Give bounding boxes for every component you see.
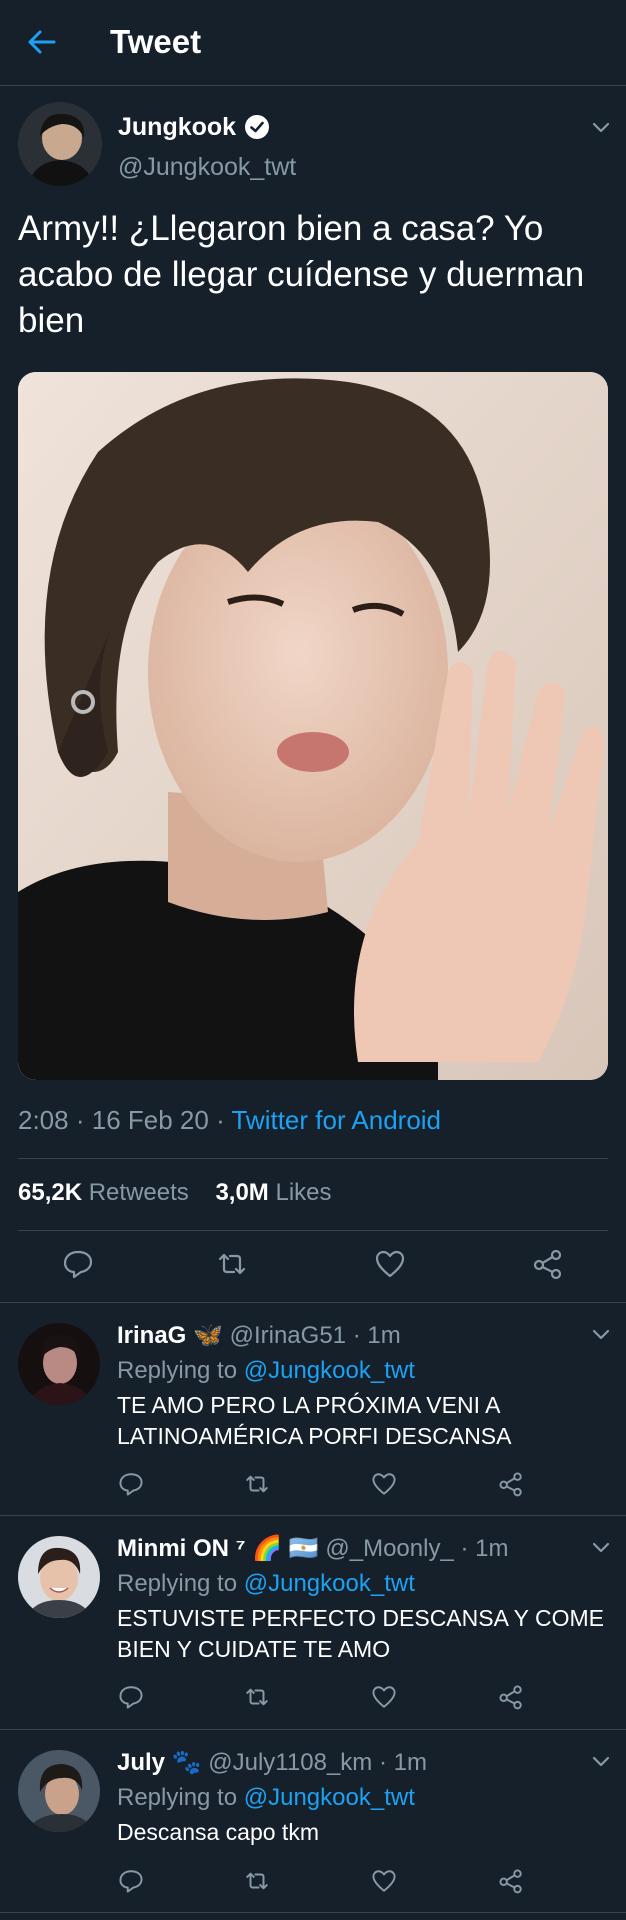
reply-author-name[interactable]: Minmi ON ⁷	[117, 1535, 246, 1562]
reply-emoji: 🌈 🇦🇷	[252, 1535, 319, 1562]
chevron-down-icon[interactable]	[590, 1323, 612, 1345]
share-icon[interactable]	[498, 1868, 524, 1894]
tweet-stats: 65,2K Retweets 3,0M Likes	[18, 1176, 332, 1210]
replying-to: Replying to @Jungkook_twt	[117, 1569, 415, 1599]
reply-handle[interactable]: @_Moonly_	[325, 1535, 453, 1562]
tweet-time: 2:08	[18, 1105, 69, 1135]
reply-header: IrinaG 🦋 @IrinaG51 · 1m	[117, 1321, 401, 1351]
divider	[18, 1230, 608, 1231]
heart-icon[interactable]	[371, 1868, 397, 1894]
heart-icon[interactable]	[374, 1248, 406, 1280]
page-title: Tweet	[110, 23, 202, 60]
replying-to-mention[interactable]: @Jungkook_twt	[244, 1784, 415, 1811]
reply-text: ESTUVISTE PERFECTO DESCANSA Y COME BIEN …	[117, 1605, 604, 1662]
reply-header: Minmi ON ⁷ 🌈 🇦🇷 @_Moonly_ · 1m	[117, 1534, 508, 1564]
reply-emoji: 🦋	[193, 1322, 223, 1349]
meta-dot: ·	[378, 1749, 394, 1776]
heart-icon[interactable]	[371, 1684, 397, 1710]
replying-to-label: Replying to	[117, 1570, 238, 1597]
heart-icon[interactable]	[371, 1471, 397, 1497]
author-name-text: Jungkook	[118, 113, 237, 141]
avatar[interactable]	[18, 102, 102, 186]
author-handle[interactable]: @Jungkook_twt	[118, 152, 296, 182]
list-item[interactable]: IrinaG 🦋 @IrinaG51 · 1m Replying to @Jun…	[0, 1303, 626, 1514]
retweets-count[interactable]: 65,2K	[18, 1179, 82, 1206]
replying-to: Replying to @Jungkook_twt	[117, 1356, 415, 1386]
share-icon[interactable]	[498, 1684, 524, 1710]
tweet-meta: 2:08 · 16 Feb 20 · Twitter for Android	[18, 1102, 441, 1138]
reply-handle[interactable]: @July1108_km	[208, 1749, 372, 1776]
divider	[0, 1912, 626, 1913]
retweet-icon[interactable]	[244, 1868, 270, 1894]
chevron-down-icon[interactable]	[590, 1750, 612, 1772]
replying-to-label: Replying to	[117, 1357, 238, 1384]
reply-emoji: 🐾	[171, 1749, 202, 1776]
list-item[interactable]: Minmi ON ⁷ 🌈 🇦🇷 @_Moonly_ · 1m Replying …	[0, 1516, 626, 1728]
reply-time: 1m	[393, 1749, 427, 1776]
reply-time: 1m	[367, 1322, 401, 1349]
meta-dot: ·	[216, 1105, 232, 1135]
reply-icon[interactable]	[118, 1471, 144, 1497]
reply-time: 1m	[475, 1535, 509, 1562]
replying-to-mention[interactable]: @Jungkook_twt	[244, 1357, 415, 1384]
reply-icon[interactable]	[62, 1248, 94, 1280]
reply-author-name[interactable]: IrinaG	[117, 1322, 186, 1349]
chevron-down-icon[interactable]	[590, 1536, 612, 1558]
replying-to: Replying to @Jungkook_twt	[117, 1783, 415, 1813]
reply-text: TE AMO PERO LA PRÓXIMA VENI A LATINOAMÉR…	[117, 1392, 512, 1449]
reply-handle[interactable]: @IrinaG51	[230, 1322, 346, 1349]
author-name[interactable]: Jungkook	[118, 112, 270, 142]
meta-dot: ·	[75, 1105, 92, 1135]
retweet-icon[interactable]	[244, 1684, 270, 1710]
replying-to-label: Replying to	[117, 1784, 238, 1811]
reply-header: July 🐾 @July1108_km · 1m	[117, 1748, 427, 1778]
list-item[interactable]: July 🐾 @July1108_km · 1m Replying to @Ju…	[0, 1730, 626, 1920]
chevron-down-icon[interactable]	[590, 116, 612, 138]
avatar[interactable]	[18, 1750, 100, 1832]
tweet-date: 16 Feb 20	[91, 1105, 209, 1135]
replying-to-mention[interactable]: @Jungkook_twt	[244, 1570, 415, 1597]
avatar[interactable]	[18, 1323, 100, 1405]
verified-badge-icon	[244, 114, 270, 140]
divider	[18, 1158, 608, 1159]
likes-label[interactable]: Likes	[275, 1179, 331, 1206]
tweet-text: Army!! ¿Llegaron bien a casa? Yo acabo d…	[18, 209, 585, 340]
meta-dot: ·	[352, 1322, 368, 1349]
share-icon[interactable]	[498, 1471, 524, 1497]
retweet-icon[interactable]	[216, 1248, 248, 1280]
share-icon[interactable]	[532, 1248, 564, 1280]
reply-icon[interactable]	[118, 1684, 144, 1710]
tweet-photo[interactable]	[18, 372, 608, 1080]
avatar[interactable]	[18, 1536, 100, 1618]
meta-dot: ·	[460, 1535, 476, 1562]
reply-author-name[interactable]: July	[117, 1749, 165, 1776]
reply-text: Descansa capo tkm	[117, 1819, 319, 1845]
tweet-source[interactable]: Twitter for Android	[231, 1105, 441, 1135]
retweets-label[interactable]: Retweets	[89, 1179, 189, 1206]
arrow-left-icon[interactable]	[26, 26, 58, 58]
retweet-icon[interactable]	[244, 1471, 270, 1497]
reply-icon[interactable]	[118, 1868, 144, 1894]
likes-count[interactable]: 3,0M	[215, 1179, 268, 1206]
top-bar: Tweet	[0, 0, 626, 86]
